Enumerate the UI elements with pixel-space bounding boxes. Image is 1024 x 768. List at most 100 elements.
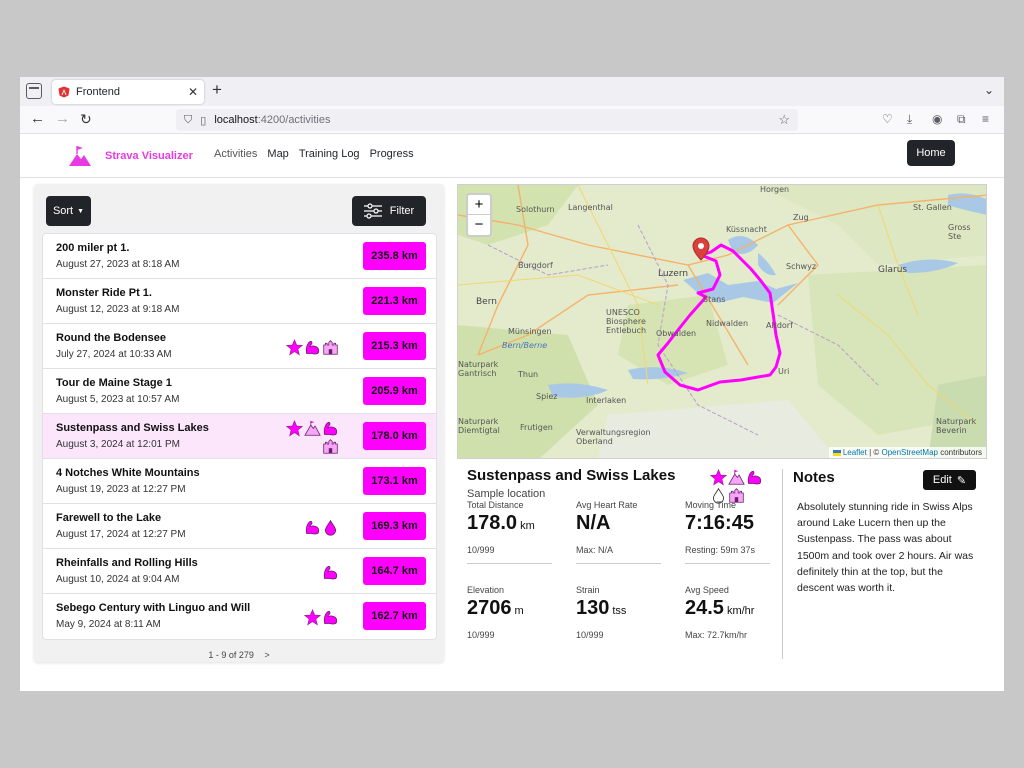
- pencil-icon: ✎: [956, 474, 967, 487]
- stat-number: 24.5: [685, 597, 724, 619]
- brand[interactable]: Strava Visualizer: [68, 144, 193, 168]
- stat-value: 130 tss: [576, 597, 661, 620]
- browser-toolbar: ← → ↻ ⛉ ▯ localhost:4200/activities ☆ ♡ …: [20, 106, 1004, 134]
- page-icon: ▯: [200, 114, 207, 127]
- reload-icon[interactable]: ↻: [80, 111, 92, 127]
- map-label: Horgen: [760, 185, 790, 194]
- edit-notes-button[interactable]: Edit ✎: [923, 470, 976, 490]
- stat-card: Total Distance 178.0 km 10/999: [467, 500, 552, 564]
- map-label: Bern/Berne: [502, 341, 548, 350]
- filter-button[interactable]: Filter: [352, 196, 426, 226]
- close-icon[interactable]: ✕: [188, 85, 198, 99]
- leaflet-link[interactable]: Leaflet: [843, 448, 867, 457]
- route-map[interactable]: Solothurn Langenthal Zug Horgen Burgdorf…: [457, 184, 987, 459]
- distance-badge: 205.9 km: [363, 377, 426, 405]
- activity-date: August 10, 2024 at 9:04 AM: [56, 574, 180, 585]
- ukraine-flag-icon: [832, 449, 841, 456]
- address-bar[interactable]: ⛉ ▯ localhost:4200/activities ☆: [176, 109, 798, 131]
- pager-range: 1 - 9 of 279: [208, 650, 254, 660]
- stat-unit: tss: [612, 605, 627, 617]
- osm-link[interactable]: OpenStreetMap: [881, 448, 937, 457]
- activity-date: August 12, 2023 at 9:18 AM: [56, 304, 180, 315]
- stat-sub: 10/999: [576, 630, 604, 640]
- pocket-icon[interactable]: ♡: [882, 112, 893, 126]
- activity-name: 4 Notches White Mountains: [56, 467, 200, 479]
- back-icon[interactable]: ←: [30, 111, 45, 127]
- new-tab-icon[interactable]: +: [212, 80, 222, 100]
- activity-row[interactable]: Tour de Maine Stage 1 August 5, 2023 at 1…: [43, 369, 436, 414]
- distance-badge: 221.3 km: [363, 287, 426, 315]
- browser-window: Frontend ✕ + ⌄ ← → ↻ ⛉ ▯ localhost:4200/…: [20, 77, 1004, 691]
- distance-badge: 235.8 km: [363, 242, 426, 270]
- activity-date: July 27, 2024 at 10:33 AM: [56, 349, 172, 360]
- map-label: Interlaken: [586, 396, 627, 405]
- map-attribution: Leaflet | © OpenStreetMap contributors: [828, 447, 986, 458]
- distance-badge: 162.7 km: [363, 602, 426, 630]
- muscle-icon: [746, 469, 763, 486]
- map-label: Obwalden: [656, 329, 697, 338]
- activity-badges: [279, 419, 339, 455]
- activity-name: Monster Ride Pt 1.: [56, 287, 152, 299]
- activity-date: August 5, 2023 at 10:57 AM: [56, 394, 180, 405]
- nav-map[interactable]: Map: [267, 148, 288, 160]
- star-icon: [286, 419, 303, 437]
- browser-tab[interactable]: Frontend ✕: [52, 80, 204, 104]
- activity-date: August 27, 2023 at 8:18 AM: [56, 259, 180, 270]
- tab-list-icon[interactable]: [26, 83, 42, 99]
- zoom-out-button[interactable]: −: [468, 215, 490, 235]
- stat-number: N/A: [576, 512, 611, 534]
- activity-name: Sebego Century with Linguo and Will: [56, 602, 251, 614]
- pager-next[interactable]: >: [264, 650, 269, 660]
- activity-details: Sustenpass and Swiss Lakes Sample locati…: [467, 467, 785, 667]
- activity-row[interactable]: Rheinfalls and Rolling Hills August 10, 2…: [43, 549, 436, 594]
- activity-row[interactable]: Farewell to the Lake August 17, 2024 at 1…: [43, 504, 436, 549]
- map-label: Zug: [793, 213, 809, 222]
- nav-training-log[interactable]: Training Log: [299, 148, 360, 160]
- map-label: Gross Ste: [948, 223, 971, 241]
- stat-unit: km: [520, 520, 535, 532]
- stat-card: Avg Speed 24.5 km/hr Max: 72.7km/hr: [685, 585, 770, 640]
- download-icon[interactable]: ⤓: [907, 112, 912, 127]
- activity-name: Sustenpass and Swiss Lakes: [56, 422, 209, 434]
- activity-row[interactable]: Monster Ride Pt 1. August 12, 2023 at 9:1…: [43, 279, 436, 324]
- star-icon[interactable]: ☆: [778, 112, 790, 128]
- chevron-down-icon[interactable]: ⌄: [984, 83, 994, 97]
- distance-badge: 215.3 km: [363, 332, 426, 360]
- activity-row[interactable]: Sustenpass and Swiss Lakes August 3, 2024…: [43, 414, 436, 459]
- map-label: Luzern: [658, 269, 689, 279]
- zoom-in-button[interactable]: +: [468, 195, 490, 215]
- home-button[interactable]: Home: [907, 140, 955, 166]
- muscle-icon: [304, 519, 321, 536]
- activity-location: Sample location: [467, 488, 546, 500]
- stat-label: Strain: [576, 585, 600, 595]
- castle-icon: [322, 438, 339, 455]
- stat-unit: m: [514, 605, 524, 617]
- activity-badges: [279, 374, 339, 410]
- filter-label: Filter: [389, 205, 415, 217]
- mountain-icon: [304, 420, 321, 437]
- account-icon[interactable]: ◉: [932, 112, 942, 126]
- distance-badge: 173.1 km: [363, 467, 426, 495]
- activity-row[interactable]: Sebego Century with Linguo and Will May 9…: [43, 594, 436, 639]
- activity-row[interactable]: 200 miler pt 1. August 27, 2023 at 8:18 A…: [43, 234, 436, 279]
- map-label: Solothurn: [516, 205, 555, 214]
- nav-progress[interactable]: Progress: [370, 148, 414, 160]
- stat-label: Moving Time: [685, 500, 737, 510]
- url-host: localhost: [214, 114, 258, 126]
- stat-sub: Max: 72.7km/hr: [685, 630, 748, 640]
- activity-row[interactable]: Round the Bodensee July 27, 2024 at 10:33…: [43, 324, 436, 369]
- nav-activities[interactable]: Activities: [214, 148, 257, 160]
- sort-button[interactable]: Sort ▼: [46, 196, 91, 226]
- stat-label: Avg Speed: [685, 585, 729, 595]
- activity-panel: Sort ▼ Filter 200 miler pt 1. August 27, …: [34, 184, 444, 662]
- attribution-sep: | ©: [866, 448, 882, 457]
- activity-date: August 17, 2024 at 12:27 PM: [56, 529, 186, 540]
- star-icon: [304, 608, 321, 626]
- stat-card: Moving Time 7:16:45 Resting: 59m 37s: [685, 500, 770, 564]
- muscle-icon: [322, 564, 339, 581]
- extensions-icon[interactable]: ⧉: [957, 112, 966, 127]
- activity-row[interactable]: 4 Notches White Mountains August 19, 2023…: [43, 459, 436, 504]
- map-label: UNESCO Biosphere Entlebuch: [606, 308, 647, 335]
- menu-icon[interactable]: ≡: [982, 112, 989, 126]
- forward-icon[interactable]: →: [55, 111, 70, 127]
